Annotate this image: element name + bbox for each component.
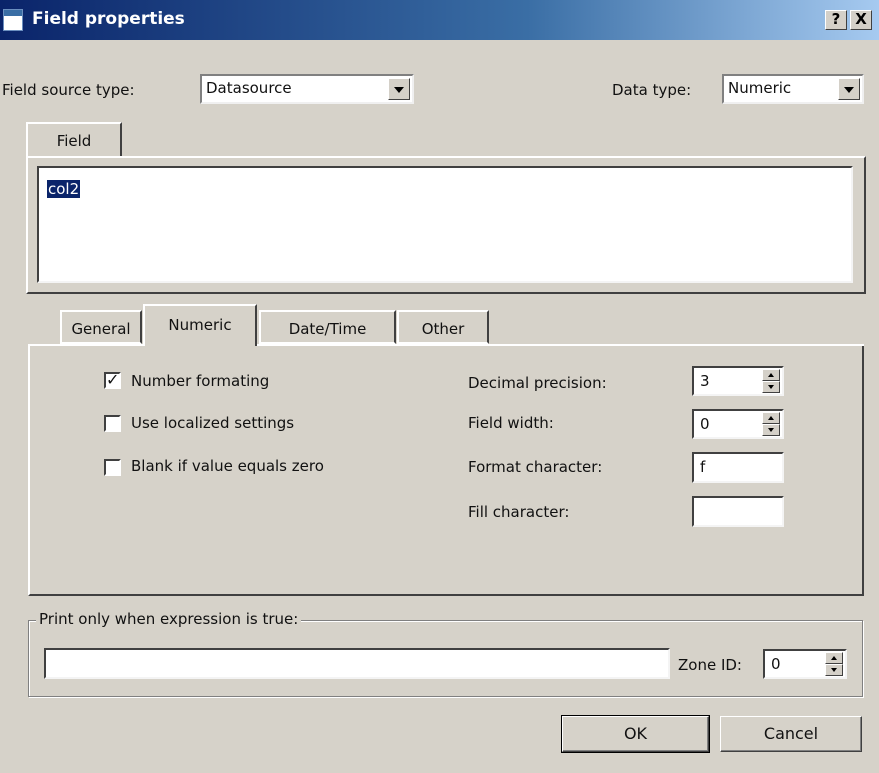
data-type-value: Numeric [728,79,792,97]
tab-divider [28,344,143,346]
field-width-label: Field width: [468,414,554,432]
spin-down-icon[interactable] [762,381,780,393]
title-bar[interactable]: Field properties ? X [0,0,879,40]
use-localized-settings-label: Use localized settings [131,414,295,432]
fill-character-label: Fill character: [468,503,570,521]
tab-numeric-label: Numeric [168,316,232,334]
field-width-value: 0 [700,415,710,433]
cancel-button[interactable]: Cancel [720,716,862,752]
number-formating-label: Number formating [131,372,270,390]
field-expression-input[interactable]: col2 [37,166,853,283]
tab-divider [257,344,864,346]
tab-other[interactable]: Other [397,310,489,344]
tab-other-label: Other [421,320,465,338]
spin-up-icon[interactable] [762,412,780,424]
print-condition-legend: Print only when expression is true: [36,610,302,628]
tab-field-label: Field [56,132,92,150]
decimal-precision-label: Decimal precision: [468,374,607,392]
chevron-down-icon[interactable] [388,78,410,100]
ok-button[interactable]: OK [561,715,710,753]
field-source-type-value: Datasource [206,79,292,97]
spin-up-icon[interactable] [762,369,780,381]
blank-if-zero-checkbox[interactable] [104,459,121,476]
tab-general-label: General [71,320,131,338]
zone-id-stepper[interactable]: 0 [763,649,847,679]
data-type-select[interactable]: Numeric [722,74,864,104]
window-title: Field properties [32,9,185,29]
checkmark-icon: ✓ [106,370,120,389]
close-button[interactable]: X [850,10,872,30]
field-source-type-label: Field source type: [2,81,135,99]
tab-general[interactable]: General [60,310,142,344]
spin-down-icon[interactable] [762,424,780,436]
spin-up-icon[interactable] [825,652,843,664]
field-expression-value: col2 [47,180,81,198]
decimal-precision-value: 3 [700,372,710,390]
format-character-value: f [700,458,706,476]
spin-down-icon[interactable] [825,664,843,676]
fill-character-input[interactable] [692,496,784,527]
tab-date-time[interactable]: Date/Time [259,310,396,344]
use-localized-settings-checkbox[interactable] [104,415,121,432]
data-type-label: Data type: [612,81,692,99]
decimal-precision-stepper[interactable]: 3 [692,366,784,396]
help-button[interactable]: ? [825,10,847,30]
tab-numeric[interactable]: Numeric [143,304,257,346]
format-character-label: Format character: [468,458,603,476]
zone-id-label: Zone ID: [678,656,742,674]
tab-field[interactable]: Field [26,122,122,158]
format-character-input[interactable]: f [692,452,784,483]
window-icon [3,9,23,31]
chevron-down-icon[interactable] [838,78,860,100]
field-width-stepper[interactable]: 0 [692,409,784,439]
field-source-type-select[interactable]: Datasource [200,74,414,104]
print-condition-input[interactable] [44,648,670,679]
zone-id-value: 0 [771,655,781,673]
blank-if-zero-label: Blank if value equals zero [131,457,324,475]
tab-date-time-label: Date/Time [288,320,367,338]
number-formating-checkbox[interactable]: ✓ [104,370,121,389]
